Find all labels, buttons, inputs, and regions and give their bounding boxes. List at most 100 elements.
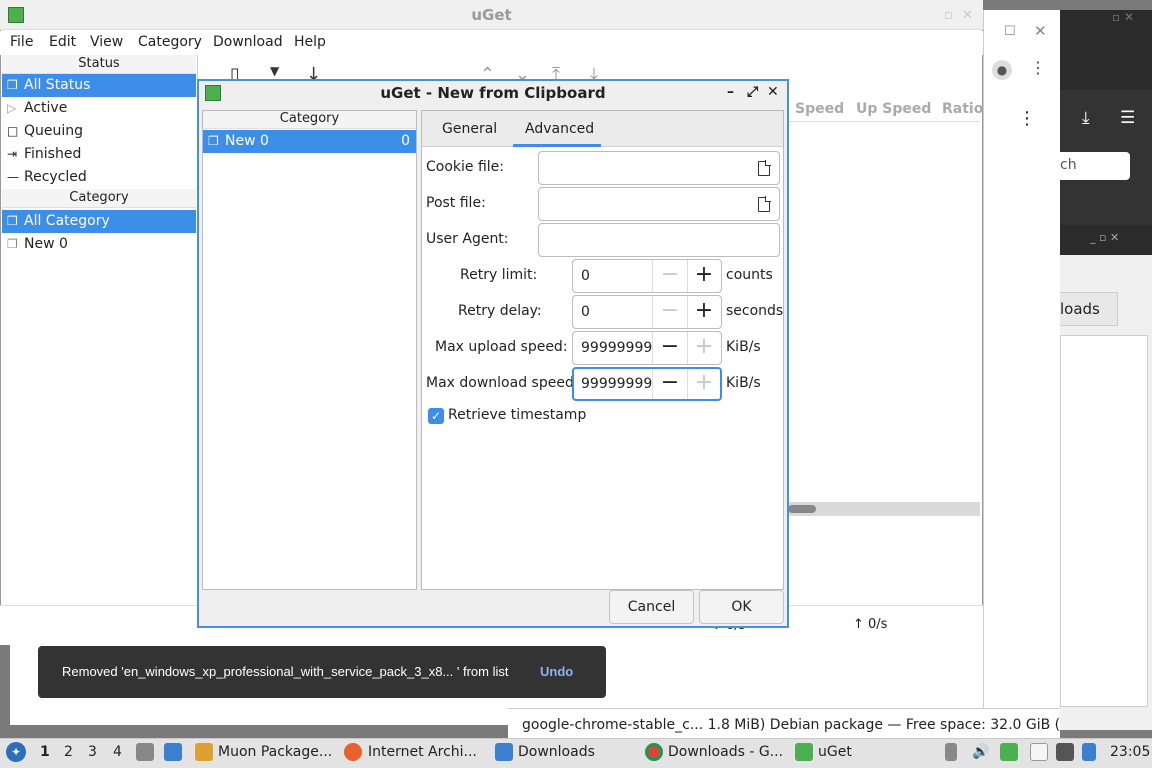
maximize-icon[interactable]: ⤢ [747, 84, 758, 100]
minimize-icon[interactable]: – [727, 84, 734, 100]
sidebar-item-active[interactable]: ▷ Active [2, 97, 196, 120]
scrollbar-thumb[interactable] [788, 505, 816, 513]
menu-dots-icon[interactable]: ⋮ [1018, 108, 1036, 129]
sidebar-item-finished[interactable]: ⇥ Finished [2, 143, 196, 166]
downloads-button[interactable]: loads [1060, 292, 1118, 326]
desktop-icon[interactable] [164, 743, 182, 761]
column-up-speed[interactable]: Up Speed [856, 101, 931, 117]
workspace-2[interactable]: 2 [64, 744, 73, 760]
network-icon[interactable] [1056, 743, 1074, 761]
profile-icon[interactable]: ● [992, 60, 1012, 80]
dialog-category-pane [202, 110, 417, 590]
start-menu-icon[interactable]: ✦ [6, 742, 26, 762]
user-agent-field[interactable] [538, 223, 780, 257]
workspace-3[interactable]: 3 [88, 744, 97, 760]
max-upload-spinner[interactable]: 99999999 − + [572, 331, 722, 365]
maximize-icon[interactable]: ☐ [1004, 24, 1016, 39]
decrement-icon[interactable]: − [658, 300, 682, 324]
column-ratio[interactable]: Ratio [942, 101, 983, 117]
decrement-icon[interactable]: − [658, 372, 682, 396]
menu-dots-icon[interactable]: ⋮ [1030, 58, 1046, 77]
folder-icon[interactable] [495, 743, 513, 761]
retry-limit-spinner[interactable]: 0 − + [572, 259, 722, 293]
spinner-divider [652, 260, 653, 292]
spinner-divider [687, 332, 688, 364]
clipboard-icon[interactable] [945, 743, 957, 761]
sidebar-item-label: Recycled [24, 169, 87, 185]
retry-delay-spinner[interactable]: 0 − + [572, 295, 722, 329]
increment-icon[interactable]: + [692, 336, 716, 360]
horizontal-scrollbar[interactable] [788, 502, 980, 516]
taskbar-app-internet-archive[interactable]: Internet Archi... [368, 744, 477, 760]
undo-button[interactable]: Undo [540, 664, 573, 679]
package-icon[interactable] [195, 743, 213, 761]
taskbar-app-downloads[interactable]: Downloads [518, 744, 595, 760]
close-icon[interactable]: ✕ [1034, 22, 1047, 40]
sidebar-item-queuing[interactable]: □ Queuing [2, 120, 196, 143]
decrement-icon[interactable]: − [658, 336, 682, 360]
cancel-button[interactable]: Cancel [609, 590, 694, 624]
dialog-category-row[interactable]: ❐ New 0 0 [203, 130, 416, 153]
increment-icon[interactable]: + [692, 372, 716, 396]
menu-category[interactable]: Category [138, 34, 202, 50]
files-icon: ❐ [208, 134, 219, 148]
post-file-field[interactable] [538, 187, 780, 221]
tab-advanced[interactable]: Advanced [525, 121, 594, 137]
chrome-subwindow-bar: _ ▫ ✕ [1060, 225, 1152, 255]
taskbar-app-chrome-downloads[interactable]: Downloads - G... [668, 744, 783, 760]
workspace-1[interactable]: 1 [40, 744, 50, 760]
hamburger-icon[interactable]: ☰ [1120, 108, 1135, 128]
category-row-label: New 0 [225, 133, 269, 149]
sidebar-item-all-status[interactable]: ❐ All Status [2, 74, 196, 97]
menu-view[interactable]: View [90, 34, 123, 50]
taskbar-app-uget[interactable]: uGet [818, 744, 852, 760]
info-icon[interactable] [1082, 743, 1096, 761]
decrement-icon[interactable]: − [658, 264, 682, 288]
sidebar-item-all-category[interactable]: ❐ All Category [2, 210, 196, 233]
uget-icon[interactable] [795, 743, 813, 761]
finish-icon: ⇥ [7, 147, 18, 161]
cookie-file-field[interactable] [538, 151, 780, 185]
menu-help[interactable]: Help [294, 34, 326, 50]
close-icon[interactable]: ✕ [962, 8, 973, 23]
search-text: ch [1060, 157, 1077, 173]
dialog-title: uGet - New from Clipboard [380, 84, 606, 102]
close-icon[interactable]: ✕ [767, 84, 779, 100]
sidebar-item-new-0[interactable]: ❐ New 0 [2, 233, 196, 256]
file-browse-icon[interactable] [758, 160, 771, 176]
chrome-icon[interactable] [645, 743, 663, 761]
taskbar-app-muon[interactable]: Muon Package... [218, 744, 332, 760]
uget-tray-icon[interactable] [1000, 743, 1018, 761]
menu-edit[interactable]: Edit [49, 34, 76, 50]
increment-icon[interactable]: + [692, 300, 716, 324]
download-list-header: Speed Up Speed Ratio [788, 98, 983, 122]
retrieve-timestamp-label[interactable]: Retrieve timestamp [448, 407, 586, 423]
spinner-divider [652, 369, 653, 399]
increment-icon[interactable]: + [692, 264, 716, 288]
max-download-spinner[interactable]: 99999999 − + [572, 367, 722, 401]
dropdown-icon[interactable]: ▼ [270, 64, 279, 78]
volume-icon[interactable]: 🔊 [972, 744, 989, 760]
menu-download[interactable]: Download [213, 34, 283, 50]
workspace-4[interactable]: 4 [113, 744, 122, 760]
sidebar-item-recycled[interactable]: — Recycled [2, 166, 196, 189]
restore-icon[interactable]: ▫ [944, 8, 953, 23]
firefox-icon[interactable] [344, 743, 362, 761]
notes-icon[interactable] [1030, 743, 1048, 761]
retrieve-timestamp-checkbox[interactable]: ✓ [428, 408, 444, 424]
menu-file[interactable]: File [10, 34, 33, 50]
file-browse-icon[interactable] [758, 196, 771, 212]
post-file-label: Post file: [426, 195, 486, 211]
files-manager-icon[interactable] [136, 743, 154, 761]
tab-general[interactable]: General [442, 121, 497, 137]
max-download-label: Max download speed: [426, 375, 579, 391]
column-speed[interactable]: Speed [795, 101, 844, 117]
dialog-category-header: Category [203, 111, 416, 129]
retry-limit-label: Retry limit: [460, 267, 538, 283]
ok-button[interactable]: OK [699, 590, 784, 624]
chrome-search-input[interactable]: ch [1060, 152, 1130, 180]
retry-limit-unit: counts [726, 267, 773, 283]
download-icon[interactable]: ⤓ [1082, 108, 1090, 128]
menubar: File Edit View Category Download Help [0, 31, 983, 55]
retry-delay-value: 0 [581, 304, 590, 320]
